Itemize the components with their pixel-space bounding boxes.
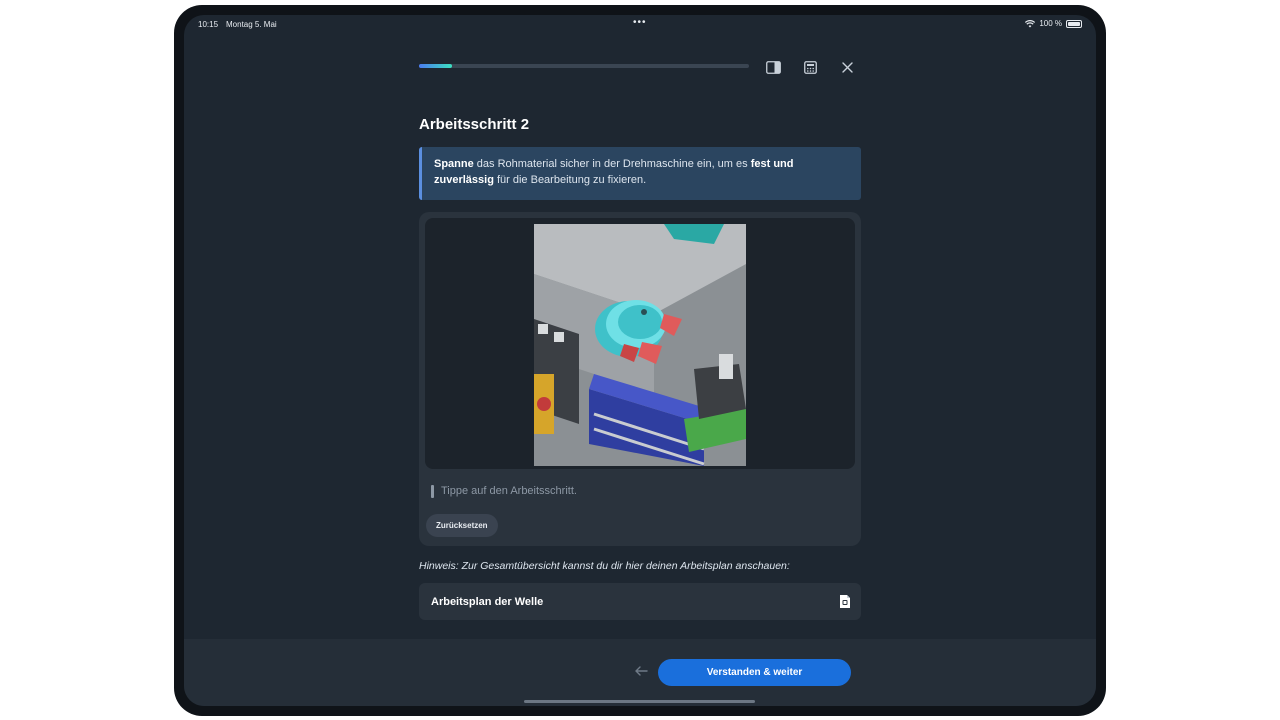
tap-hint-text: Tippe auf den Arbeitsschritt. [441,485,577,497]
status-bar: 10:15 Montag 5. Mai ••• 100 % [184,15,1096,35]
document-icon [840,595,850,608]
instruction-text-2: für die Bearbeitung zu fixieren. [493,174,647,186]
work-plan-label: Arbeitsplan der Welle [431,595,544,608]
work-plan-link[interactable]: Arbeitsplan der Welle [419,583,861,620]
bottom-bar: Verstanden & weiter [184,639,1096,706]
calculator-icon[interactable] [802,59,818,75]
continue-button[interactable]: Verstanden & weiter [658,659,851,686]
battery-percent: 100 % [1039,19,1062,28]
arrow-left-icon[interactable] [629,659,653,683]
reset-button[interactable]: Zurücksetzen [426,514,498,537]
status-time: 10:15 [198,20,219,29]
instruction-bold-1: Spanne [434,158,474,170]
progress-bar-fill [419,64,452,68]
instruction-callout: Spanne das Rohmaterial sicher in der Dre… [419,147,861,200]
step-card[interactable]: Tippe auf den Arbeitsschritt. Zurücksetz… [419,212,861,546]
status-date: Montag 5. Mai [226,20,277,29]
multitasking-dots-icon[interactable]: ••• [633,18,647,28]
image-container [425,218,855,469]
wifi-icon [1025,19,1036,27]
home-indicator[interactable] [524,700,755,703]
hint-text: Hinweis: Zur Gesamtübersicht kannst du d… [419,560,790,572]
close-icon[interactable] [839,59,855,75]
progress-bar [419,64,749,68]
instruction-text-1: das Rohmaterial sicher in der Drehmaschi… [473,158,751,170]
text-cursor-bar [431,484,434,498]
battery-icon [1066,19,1082,28]
lathe-chuck-illustration[interactable] [534,224,746,466]
app-screen: 10:15 Montag 5. Mai ••• 100 % Arbeitssch… [184,15,1096,706]
status-right: 100 % [1025,19,1082,28]
step-title: Arbeitsschritt 2 [419,116,530,133]
sidebar-panel-icon[interactable] [765,59,781,75]
tablet-frame: 10:15 Montag 5. Mai ••• 100 % Arbeitssch… [174,5,1106,716]
tap-hint: Tippe auf den Arbeitsschritt. [431,483,577,499]
